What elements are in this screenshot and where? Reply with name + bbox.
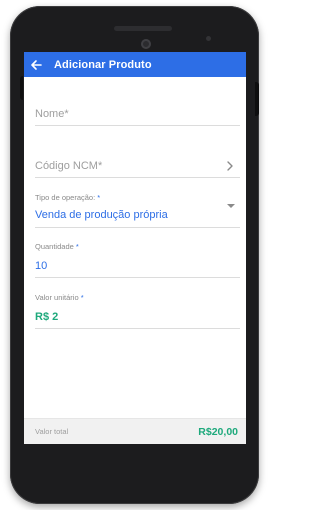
quantity-value: 10 [35,260,48,272]
total-label: Valor total [35,427,69,436]
earpiece-speaker [114,26,172,31]
total-bar: Valor total R$20,00 [24,418,246,444]
page-title: Adicionar Produto [54,58,152,71]
caret-down-icon [227,204,235,208]
ncm-placeholder: Código NCM* [35,160,103,172]
proximity-sensor [206,36,211,41]
operation-type-select[interactable]: Tipo de operação: * Venda de produção pr… [35,193,240,228]
operation-type-label: Tipo de operação: * [35,193,101,202]
unit-price-label: Valor unitário * [35,293,84,302]
app-bar: Adicionar Produto [24,52,246,77]
chevron-right-icon[interactable] [226,159,234,171]
quantity-label: Quantidade * [35,242,79,251]
required-mark: * [97,193,101,202]
app-screen: Adicionar Produto Nome* Código NCM* Tipo… [24,52,246,444]
quantity-field[interactable]: Quantidade * 10 [35,242,240,278]
arrow-left-icon[interactable] [30,59,42,71]
front-camera [141,39,151,49]
name-placeholder: Nome* [35,108,69,120]
unit-price-value: R$ 2 [35,311,59,323]
ncm-field[interactable]: Código NCM* [35,156,240,178]
total-value: R$20,00 [198,425,238,438]
unit-price-field[interactable]: Valor unitário * R$ 2 [35,293,240,329]
power-button [255,82,259,116]
name-field[interactable]: Nome* [35,104,240,126]
required-mark: * [80,293,84,302]
operation-type-value: Venda de produção própria [35,209,168,221]
volume-button [20,76,23,100]
required-mark: * [75,242,79,251]
